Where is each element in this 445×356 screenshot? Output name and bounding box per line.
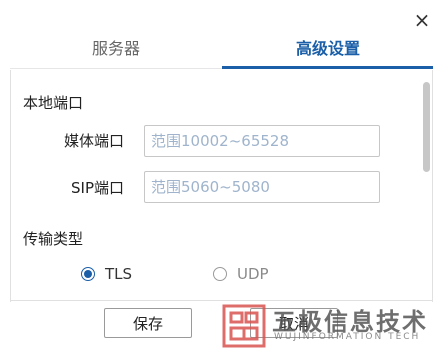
transport-radio-group: TLS UDP [81,262,381,286]
radio-tls[interactable]: TLS [81,262,132,286]
save-button[interactable]: 保存 [104,308,192,338]
close-icon[interactable]: × [410,8,434,32]
local-port-heading: 本地端口 [23,94,84,112]
media-port-label: 媒体端口 [63,132,124,150]
radio-tls-label: TLS [105,265,133,283]
sip-port-label: SIP端口 [71,179,124,197]
active-tab-indicator [222,66,433,69]
tab-server[interactable]: 服务器 [10,30,222,68]
tab-bar: 服务器 高级设置 [10,30,433,70]
footer-divider [10,300,433,301]
transport-type-heading: 传输类型 [23,230,84,248]
radio-unchecked-icon [213,267,227,281]
media-port-input[interactable] [144,125,380,157]
sip-port-input[interactable] [144,171,380,203]
radio-checked-icon [81,267,95,281]
cancel-button[interactable]: 取消 [250,308,338,338]
radio-udp-label: UDP [237,265,269,283]
scrollbar-thumb[interactable] [423,82,430,172]
radio-udp[interactable]: UDP [213,262,269,286]
tab-advanced-settings[interactable]: 高级设置 [222,30,434,68]
settings-dialog: × 服务器 高级设置 本地端口 媒体端口 SIP端口 传输类型 TLS UDP … [0,0,445,356]
advanced-settings-panel: 本地端口 媒体端口 SIP端口 传输类型 TLS UDP [10,70,433,302]
